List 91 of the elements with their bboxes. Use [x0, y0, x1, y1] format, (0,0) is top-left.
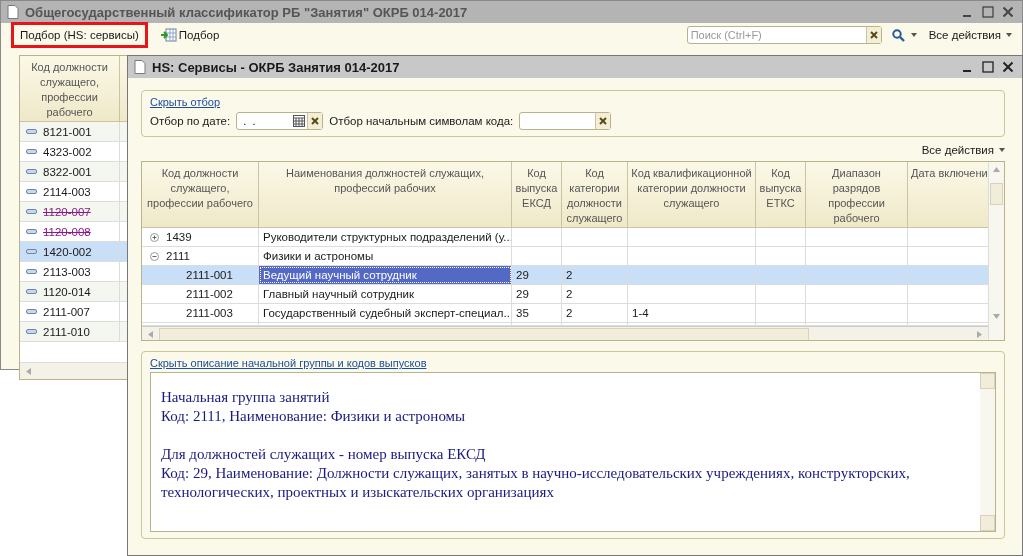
caret-icon[interactable] — [910, 33, 917, 37]
table-cell: 2 — [566, 269, 573, 281]
code-text: 1420-002 — [43, 245, 92, 258]
date-filter-label: Отбор по дате: — [150, 115, 231, 127]
hide-description-link[interactable]: Скрыть описание начальной группы и кодов выпусков — [150, 357, 996, 369]
code-filter-label: Отбор начальным символам кода: — [329, 115, 514, 127]
maximize-icon[interactable] — [982, 6, 994, 18]
code-text: 4323-002 — [43, 145, 92, 158]
document-icon — [7, 5, 19, 19]
table-row[interactable]: 2111-003 Государственный судебный эксперт-специал... 35 2 1-4 — [142, 304, 989, 323]
code-text: 8322-001 — [43, 165, 92, 178]
table-row[interactable]: 2111-002 Главный научный сотрудник 29 2 — [142, 285, 989, 304]
column-header[interactable]: Код квалификационной категории должности служащего — [628, 162, 756, 227]
search-icon[interactable] — [891, 28, 905, 42]
item-icon — [26, 329, 37, 334]
calendar-icon[interactable] — [293, 115, 306, 127]
column-header[interactable]: Диапазон разрядов профессии рабочего — [806, 162, 908, 227]
table-cell: 29 — [516, 288, 529, 300]
column-header[interactable]: Код должности служащего, профессии рабочего — [142, 162, 259, 227]
caret-icon — [1006, 33, 1012, 37]
column-header[interactable]: Код выпуска ЕТКС — [756, 162, 806, 227]
column-header[interactable]: Код выпуска ЕКСД — [512, 162, 562, 227]
item-icon — [26, 169, 37, 174]
window-title: Общегосударственный классификатор РБ "Занятия" ОКРБ 014-2017 — [25, 4, 468, 20]
description-line: Код: 29, Наименование: Должности служащих, занятых в научно-исследовательских учреждениях, конструкторских, технологических, проектных и изыскательских организациях — [161, 464, 911, 502]
item-code: 2111-003 — [185, 307, 233, 319]
description-line: Код: 2111, Наименование: Физики и астрономы — [161, 407, 467, 426]
name-text: Государственный судебный эксперт-специал... — [263, 307, 511, 319]
table-cell: 2 — [566, 307, 573, 319]
name-text: Физики и астрономы — [263, 250, 374, 262]
selection-button[interactable]: Подбор (HS: сервисы) — [11, 22, 148, 48]
code-text: 1120-007 — [43, 205, 91, 218]
scroll-thumb[interactable] — [990, 183, 1003, 205]
table-row[interactable]: 1439 Руководители структурных подразделений (у... — [142, 228, 989, 247]
code-text: 2111-010 — [43, 325, 90, 338]
code-field[interactable] — [519, 112, 612, 130]
item-icon — [26, 269, 37, 274]
code-text: 2111-007 — [43, 305, 90, 318]
item-icon — [26, 129, 37, 134]
hide-filter-link[interactable]: Скрыть отбор — [150, 96, 221, 108]
close-icon[interactable] — [1002, 61, 1014, 73]
item-icon — [26, 249, 37, 254]
item-icon — [26, 189, 37, 194]
selection-button[interactable]: Подбор — [151, 22, 229, 48]
all-actions-menu[interactable]: Все действия — [921, 144, 1005, 156]
table-cell: 2 — [566, 288, 573, 300]
description-line: Для должностей служащих - номер выпуска ЕКСД — [161, 445, 487, 464]
column-header[interactable]: Код должности служащего, профессии рабочего — [20, 56, 120, 121]
item-code: 2111-002 — [185, 288, 233, 300]
expand-icon[interactable] — [150, 232, 159, 242]
item-icon — [26, 309, 37, 314]
code-text: 1120-014 — [43, 285, 91, 298]
code-text: 2114-003 — [43, 185, 91, 198]
vertical-scrollbar[interactable] — [980, 373, 995, 531]
table-icon — [160, 28, 177, 42]
clear-icon[interactable] — [307, 113, 323, 129]
collapse-icon[interactable] — [150, 251, 159, 261]
table-cell: 1-4 — [632, 307, 649, 319]
item-code: 2111-001 — [185, 269, 233, 281]
code-text: 8121-001 — [43, 125, 92, 138]
name-text: Ведущий научный сотрудник — [263, 269, 417, 281]
item-icon — [26, 209, 37, 214]
clear-icon[interactable] — [595, 113, 611, 129]
column-header[interactable]: Дата включени — [908, 162, 989, 227]
item-icon — [26, 229, 37, 234]
table-cell: 29 — [516, 269, 529, 281]
date-field[interactable]: . . — [236, 112, 324, 130]
item-icon — [26, 289, 37, 294]
group-code: 1439 — [166, 231, 192, 243]
description-line: Начальная группа занятий — [161, 388, 331, 407]
document-icon — [134, 60, 146, 74]
clear-icon[interactable] — [865, 27, 881, 43]
maximize-icon[interactable] — [982, 61, 994, 73]
table-row[interactable]: 2111-001 Ведущий научный сотрудник 29 2 — [142, 266, 989, 285]
name-text: Главный научный сотрудник — [263, 288, 415, 300]
search-input[interactable]: Поиск (Ctrl+F) — [687, 29, 866, 41]
vertical-scrollbar[interactable] — [988, 162, 1004, 340]
item-icon — [26, 149, 37, 154]
caret-icon — [999, 148, 1005, 152]
code-text: 1120-008 — [43, 225, 91, 238]
table-cell: 35 — [516, 307, 529, 319]
window-title: HS: Сервисы - ОКРБ Занятия 014-2017 — [152, 59, 400, 75]
code-text: 2113-003 — [43, 265, 91, 278]
name-text: Руководители структурных подразделений (у... — [263, 231, 511, 243]
date-input[interactable]: . . — [237, 115, 292, 127]
column-header[interactable]: Наименования должностей служащих, профессий рабочих — [259, 162, 512, 227]
group-code: 2111 — [166, 250, 190, 262]
search-field[interactable]: Поиск (Ctrl+F) — [686, 26, 882, 44]
all-actions-menu[interactable]: Все действия — [928, 29, 1012, 41]
close-icon[interactable] — [1002, 6, 1014, 18]
column-header[interactable]: Код категории должности служащего — [562, 162, 628, 227]
